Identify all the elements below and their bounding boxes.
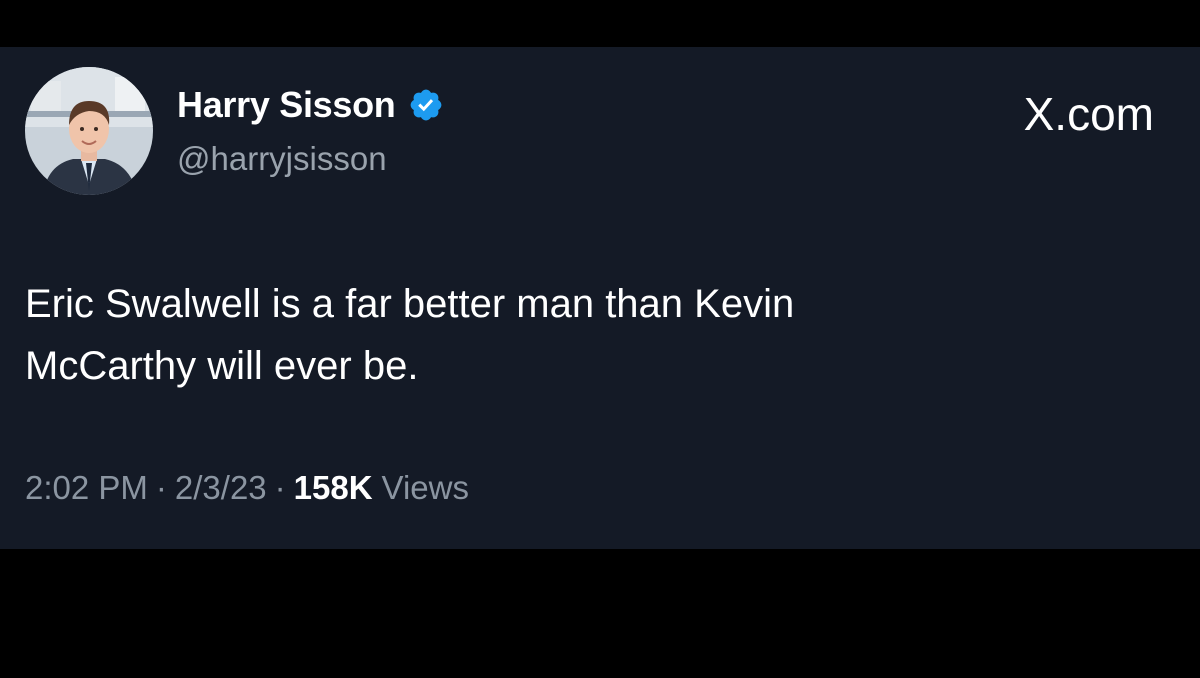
author-name-row: Harry Sisson: [177, 83, 444, 127]
page: Harry Sisson @harryjsisson X.com Eric Sw…: [0, 0, 1200, 678]
tweet-text: Eric Swalwell is a far better man than K…: [25, 273, 1125, 397]
tweet-meta: 2:02 PM · 2/3/23 · 158K Views: [25, 469, 469, 507]
tweet-card[interactable]: Harry Sisson @harryjsisson X.com Eric Sw…: [0, 47, 1200, 549]
avatar-image: [25, 67, 153, 195]
site-label: X.com: [1023, 88, 1154, 140]
display-name[interactable]: Harry Sisson: [177, 84, 396, 126]
tweet-time[interactable]: 2:02 PM: [25, 469, 148, 507]
verified-badge-icon: [408, 87, 444, 123]
tweet-text-line: McCarthy will ever be.: [25, 344, 419, 388]
author-handle[interactable]: @harryjsisson: [177, 140, 387, 178]
meta-separator: ·: [155, 469, 167, 506]
meta-separator: ·: [274, 469, 286, 506]
views-count: 158K: [293, 469, 373, 506]
avatar[interactable]: [25, 67, 153, 195]
views-label: Views: [381, 469, 469, 506]
tweet-date[interactable]: 2/3/23: [175, 469, 267, 507]
tweet-text-line: Eric Swalwell is a far better man than K…: [25, 282, 795, 326]
